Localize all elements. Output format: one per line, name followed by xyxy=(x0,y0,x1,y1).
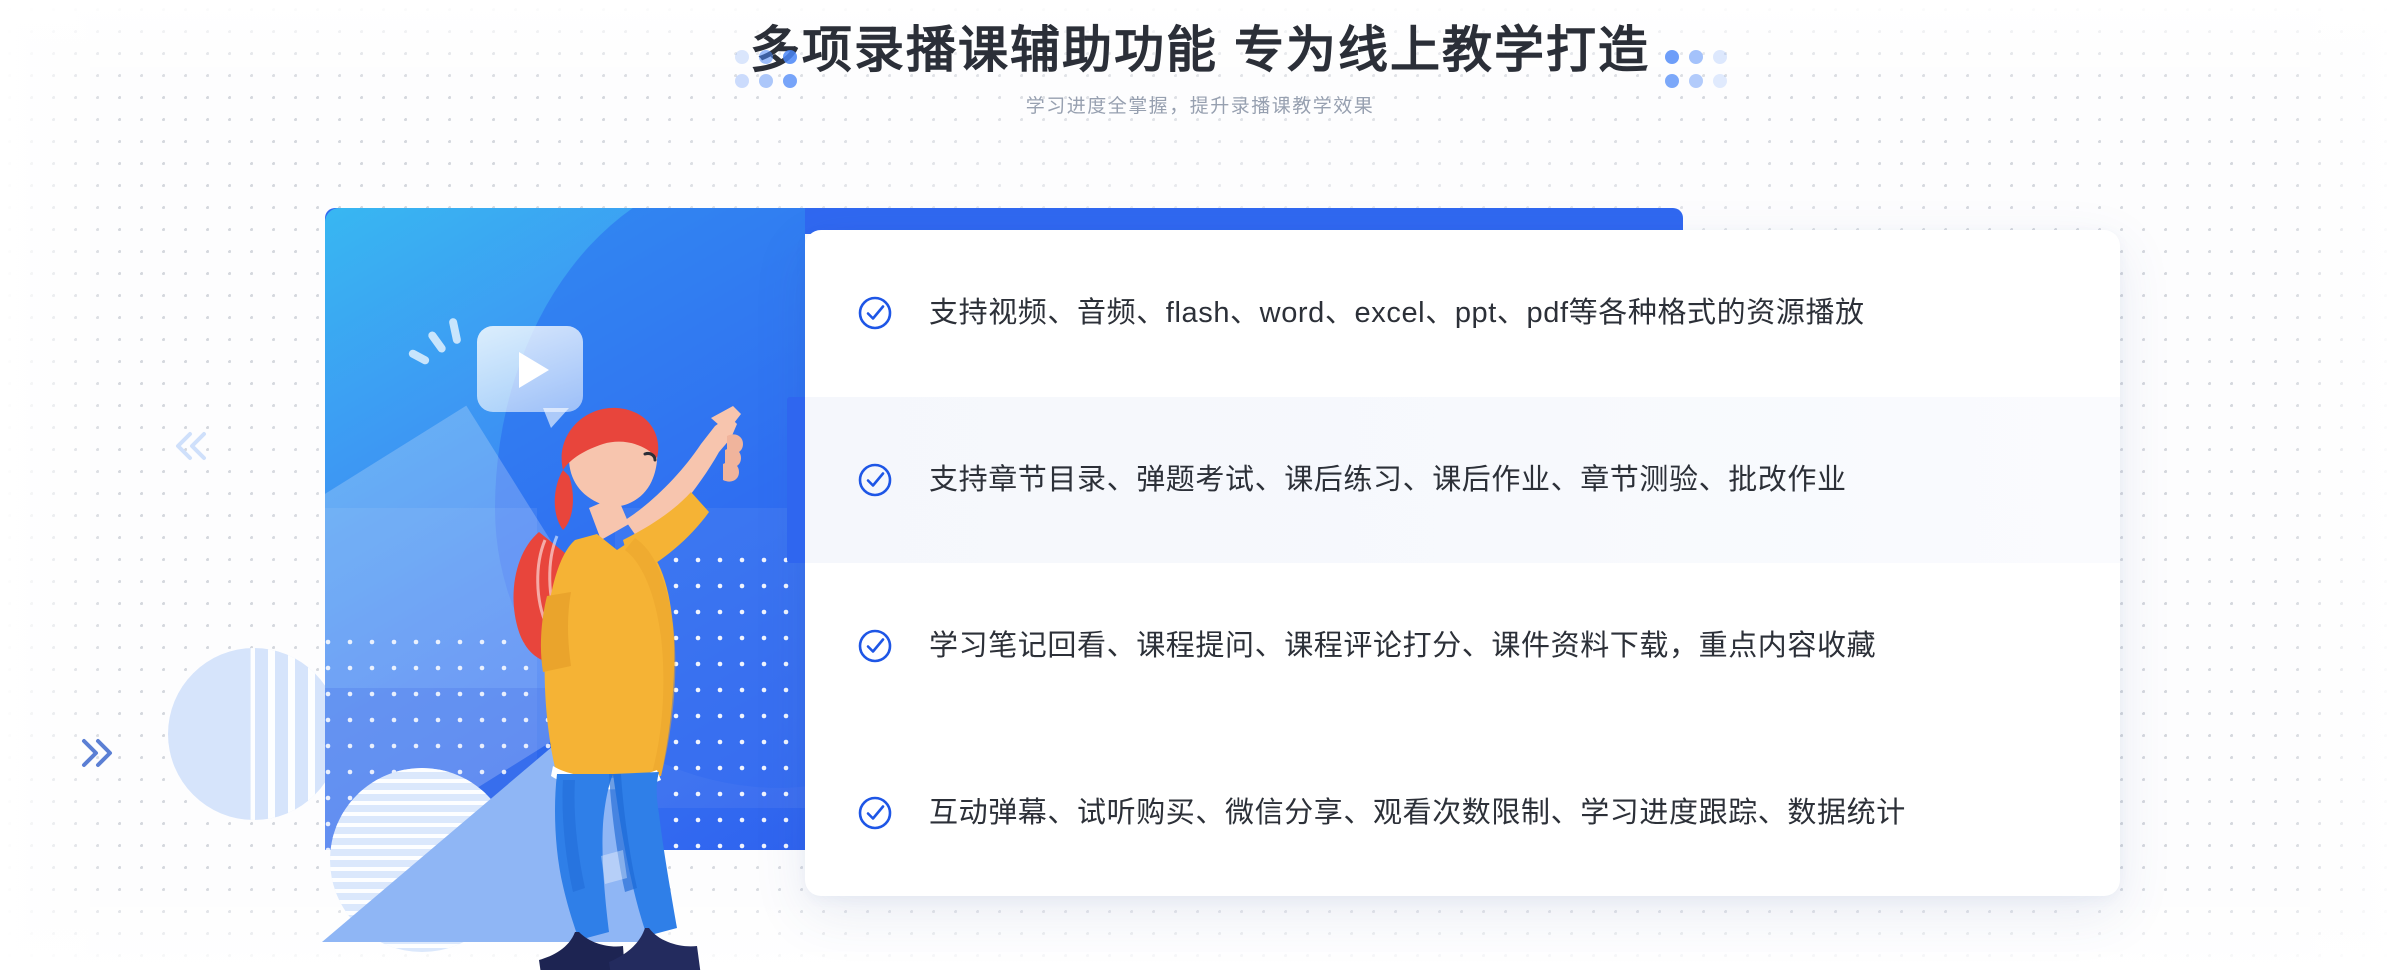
feature-row[interactable]: 学习笔记回看、课程提问、课程评论打分、课件资料下载，重点内容收藏 xyxy=(805,563,2120,730)
decor-dots-right xyxy=(1665,50,1727,88)
double-chevron-right-icon xyxy=(78,735,122,776)
promo-banner: 多项录播课辅助功能 专为线上教学打造 学习进度全掌握，提升录播课教学效果 支持视… xyxy=(0,0,2400,974)
check-circle-icon xyxy=(857,295,893,331)
background-right-fade xyxy=(2280,0,2400,974)
feature-row-label: 支持视频、音频、flash、word、excel、ppt、pdf等各种格式的资源… xyxy=(929,297,1865,330)
double-chevron-left-icon xyxy=(168,428,214,469)
feature-row-label: 互动弹幕、试听购买、微信分享、观看次数限制、学习进度跟踪、数据统计 xyxy=(929,796,1906,829)
page-subtitle: 学习进度全掌握，提升录播课教学效果 xyxy=(1025,96,1375,117)
feature-card: 支持视频、音频、flash、word、excel、ppt、pdf等各种格式的资源… xyxy=(787,230,2120,897)
banner-header: 多项录播课辅助功能 专为线上教学打造 学习进度全掌握，提升录播课教学效果 xyxy=(0,18,2400,120)
woman-pointing-up-illustration xyxy=(505,400,765,974)
decor-striped-circle xyxy=(168,648,340,820)
feature-row[interactable]: 互动弹幕、试听购买、微信分享、观看次数限制、学习进度跟踪、数据统计 xyxy=(805,730,2120,897)
feature-row[interactable]: 支持章节目录、弹题考试、课后练习、课后作业、章节测验、批改作业 xyxy=(787,396,2120,563)
check-circle-icon xyxy=(857,795,893,831)
background-left-fade xyxy=(0,0,120,974)
feature-row-label: 支持章节目录、弹题考试、课后练习、课后作业、章节测验、批改作业 xyxy=(929,463,1847,496)
decor-dots-left xyxy=(735,50,797,88)
check-circle-icon xyxy=(857,628,893,664)
feature-list: 支持视频、音频、flash、word、excel、ppt、pdf等各种格式的资源… xyxy=(787,230,2120,897)
check-circle-icon xyxy=(857,462,893,498)
feature-row[interactable]: 支持视频、音频、flash、word、excel、ppt、pdf等各种格式的资源… xyxy=(805,230,2120,397)
active-row-indicator xyxy=(787,396,805,563)
feature-row-label: 学习笔记回看、课程提问、课程评论打分、课件资料下载，重点内容收藏 xyxy=(929,630,1877,663)
page-title: 多项录播课辅助功能 专为线上教学打造 xyxy=(750,22,1650,78)
